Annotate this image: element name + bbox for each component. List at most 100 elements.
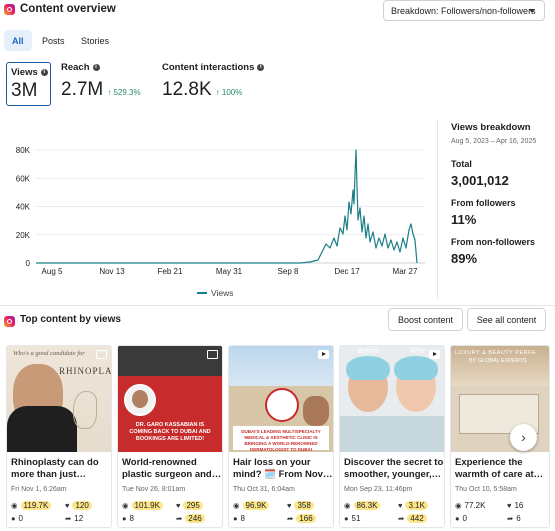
x-tick-label: Mar 27 (393, 267, 418, 276)
x-tick-label: Aug 5 (42, 267, 63, 276)
carousel-icon (96, 350, 107, 359)
thumbnail-text: Who's a good candidate for (13, 350, 85, 357)
comment-icon: ● (122, 514, 127, 523)
post-thumbnail: DR. GARO KASSABIAN IS COMING BACK TO DUB… (118, 346, 222, 452)
chart-legend: Views (197, 288, 234, 298)
metric-reach-change: ↑ 529.3% (107, 88, 141, 97)
shares-stat: ➦ 12 (65, 514, 84, 523)
metric-reach[interactable]: Reach i 2.7M ↑ 529.3% (61, 62, 141, 101)
metric-reach-value: 2.7M (61, 79, 104, 100)
likes-stat: ♥ 358 (287, 501, 314, 510)
instagram-icon (4, 4, 15, 15)
breakdown-select[interactable]: Breakdown: Followers/non-followers (383, 0, 545, 21)
instagram-icon (4, 316, 15, 327)
tab-posts[interactable]: Posts (42, 30, 65, 51)
x-tick-label: Sep 8 (278, 267, 299, 276)
comment-icon: ● (344, 514, 349, 523)
thumbnail-text: BY GLOBAL EXPERTS (469, 358, 527, 364)
heart-icon: ♥ (287, 501, 292, 510)
x-tick-label: Dec 17 (334, 267, 360, 276)
shares-stat: ➦ 6 (507, 514, 521, 523)
total-label: Total (451, 159, 472, 169)
likes-stat: ♥ 16 (507, 501, 524, 510)
post-date: Tue Nov 26, 8:01am (122, 486, 186, 493)
metric-views-value: 3M (11, 80, 38, 101)
info-icon: i (257, 64, 265, 71)
y-tick-label: 40K (16, 203, 31, 212)
content-card[interactable]: DUBAI'S LEADING MULTISPECIALTY MEDICAL &… (228, 345, 334, 528)
thumbnail-text: Before (358, 348, 379, 355)
tab-stories[interactable]: Stories (81, 30, 109, 51)
y-tick-label: 20K (16, 231, 31, 240)
share-icon: ➦ (176, 514, 183, 523)
post-date: Thu Oct 10, 5:58am (455, 486, 517, 493)
content-card[interactable]: Before After Discover the secret to smoo… (339, 345, 445, 528)
boost-content-button[interactable]: Boost content (388, 308, 463, 331)
y-tick-label: 60K (16, 174, 31, 183)
post-caption: Experience the warmth of care at… (455, 457, 544, 480)
share-icon: ➦ (507, 514, 514, 523)
views-stat: ◉ 119.7K (11, 501, 52, 510)
vertical-divider (437, 120, 438, 298)
thumbnail-text: LUXURY & BEAUTY PERFE (455, 350, 537, 356)
total-value: 3,001,012 (451, 173, 509, 188)
x-tick-label: Feb 21 (158, 267, 183, 276)
from-nonfollowers-label: From non-followers (451, 237, 535, 247)
content-card[interactable]: DR. GARO KASSABIAN IS COMING BACK TO DUB… (117, 345, 223, 528)
post-date: Mon Sep 23, 11:46pm (344, 486, 413, 493)
see-all-content-button[interactable]: See all content (467, 308, 546, 331)
views-stat: ◉ 86.3K (344, 501, 381, 510)
video-icon (429, 350, 440, 359)
metric-views-label: Views (11, 67, 38, 78)
post-date: Thu Oct 31, 6:04am (233, 486, 295, 493)
content-card[interactable]: Who's a good candidate for RHINOPLAS Rhi… (6, 345, 112, 528)
metric-views[interactable]: Views i 3M (6, 62, 51, 106)
legend-label-views: Views (211, 288, 234, 298)
comments-stat: ● 51 (344, 514, 361, 523)
shares-stat: ➦ 166 (287, 514, 316, 523)
comments-stat: ● 8 (233, 514, 245, 523)
post-thumbnail: Who's a good candidate for RHINOPLAS (7, 346, 111, 452)
y-tick-label: 80K (16, 146, 31, 155)
video-icon (318, 350, 329, 359)
comment-icon: ● (11, 514, 16, 523)
comments-stat: ● 8 (122, 514, 134, 523)
eye-icon: ◉ (233, 501, 240, 510)
comments-stat: ● 0 (455, 514, 467, 523)
x-tick-label: May 31 (216, 267, 243, 276)
eye-icon: ◉ (11, 501, 18, 510)
metric-interactions-change: ↑ 100% (215, 88, 243, 97)
heart-icon: ♥ (176, 501, 181, 510)
from-followers-value: 11% (451, 212, 477, 227)
chevron-right-icon: › (521, 429, 526, 445)
thumbnail-text: After (410, 348, 425, 355)
heart-icon: ♥ (398, 501, 403, 510)
shares-stat: ➦ 246 (176, 514, 205, 523)
from-followers-label: From followers (451, 198, 516, 208)
breakdown-select-label: Breakdown: Followers/non-followers (391, 6, 536, 16)
metric-reach-label: Reach (61, 62, 90, 73)
info-icon: i (92, 64, 100, 71)
thumbnail-text: DR. GARO KASSABIAN IS COMING BACK TO DUB… (129, 422, 211, 442)
metric-interactions-value: 12.8K (162, 79, 212, 100)
section-divider (0, 305, 555, 306)
carousel-icon (207, 350, 218, 359)
post-caption: Discover the secret to smoother, younger… (344, 457, 444, 480)
metric-content-interactions[interactable]: Content interactions i 12.8K ↑ 100% (162, 62, 265, 101)
page-title: Content overview (20, 3, 116, 15)
tab-all[interactable]: All (4, 30, 32, 51)
likes-stat: ♥ 120 (65, 501, 92, 510)
comment-icon: ● (233, 514, 238, 523)
post-thumbnail: DUBAI'S LEADING MULTISPECIALTY MEDICAL &… (229, 346, 333, 452)
views-stat: ◉ 101.9K (122, 501, 163, 510)
breakdown-date-range: Aug 5, 2023 – Apr 16, 2025 (451, 138, 537, 145)
share-icon: ➦ (65, 514, 72, 523)
views-stat: ◉ 96.9K (233, 501, 270, 510)
post-date: Fri Nov 1, 6:26am (11, 486, 67, 493)
carousel-next-button[interactable]: › (510, 424, 537, 451)
from-nonfollowers-value: 89% (451, 251, 478, 266)
comment-icon: ● (455, 514, 460, 523)
views-chart: 80K 60K 40K 20K 0 Aug 5 Nov 13 Feb 21 May 31 Sep… (0, 120, 430, 305)
info-icon: i (40, 69, 48, 76)
post-caption: Hair loss on your mind? 🗓️ From Nov… (233, 457, 333, 480)
